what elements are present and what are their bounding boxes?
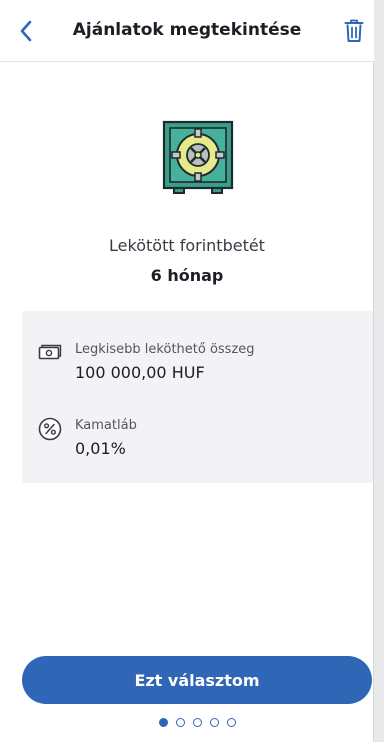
back-button[interactable]: [14, 19, 38, 43]
header: Ajánlatok megtekintése: [0, 0, 374, 62]
banknote-icon: [38, 344, 62, 360]
screen: Ajánlatok megtekintése Lekötött forintbe…: [0, 0, 374, 742]
chevron-left-icon: [20, 20, 32, 42]
page-dot[interactable]: [176, 717, 185, 727]
detail-value: 100 000,00 HUF: [75, 363, 205, 382]
delete-button[interactable]: [342, 18, 366, 44]
detail-label: Legkisebb leköthető összeg: [75, 342, 255, 357]
page-title: Ajánlatok megtekintése: [72, 20, 302, 40]
detail-interest-rate: Kamatláb 0,01%: [38, 417, 363, 465]
choose-offer-button[interactable]: Ezt választom: [22, 656, 372, 704]
percent-icon: [38, 417, 62, 441]
detail-value: 0,01%: [75, 439, 126, 458]
page-indicator: [159, 717, 236, 727]
page-dot[interactable]: [193, 717, 202, 727]
safe-icon: [162, 120, 234, 196]
detail-min-amount: Legkisebb leköthető összeg 100 000,00 HU…: [38, 341, 363, 389]
trash-icon: [344, 19, 364, 42]
page-dot[interactable]: [227, 717, 236, 727]
page-dot[interactable]: [210, 717, 219, 727]
product-term: 6 hónap: [150, 266, 224, 285]
detail-label: Kamatláb: [75, 418, 137, 433]
product-name: Lekötött forintbetét: [109, 236, 265, 255]
details-panel: Legkisebb leköthető összeg 100 000,00 HU…: [22, 311, 373, 483]
page-dot[interactable]: [159, 717, 168, 727]
